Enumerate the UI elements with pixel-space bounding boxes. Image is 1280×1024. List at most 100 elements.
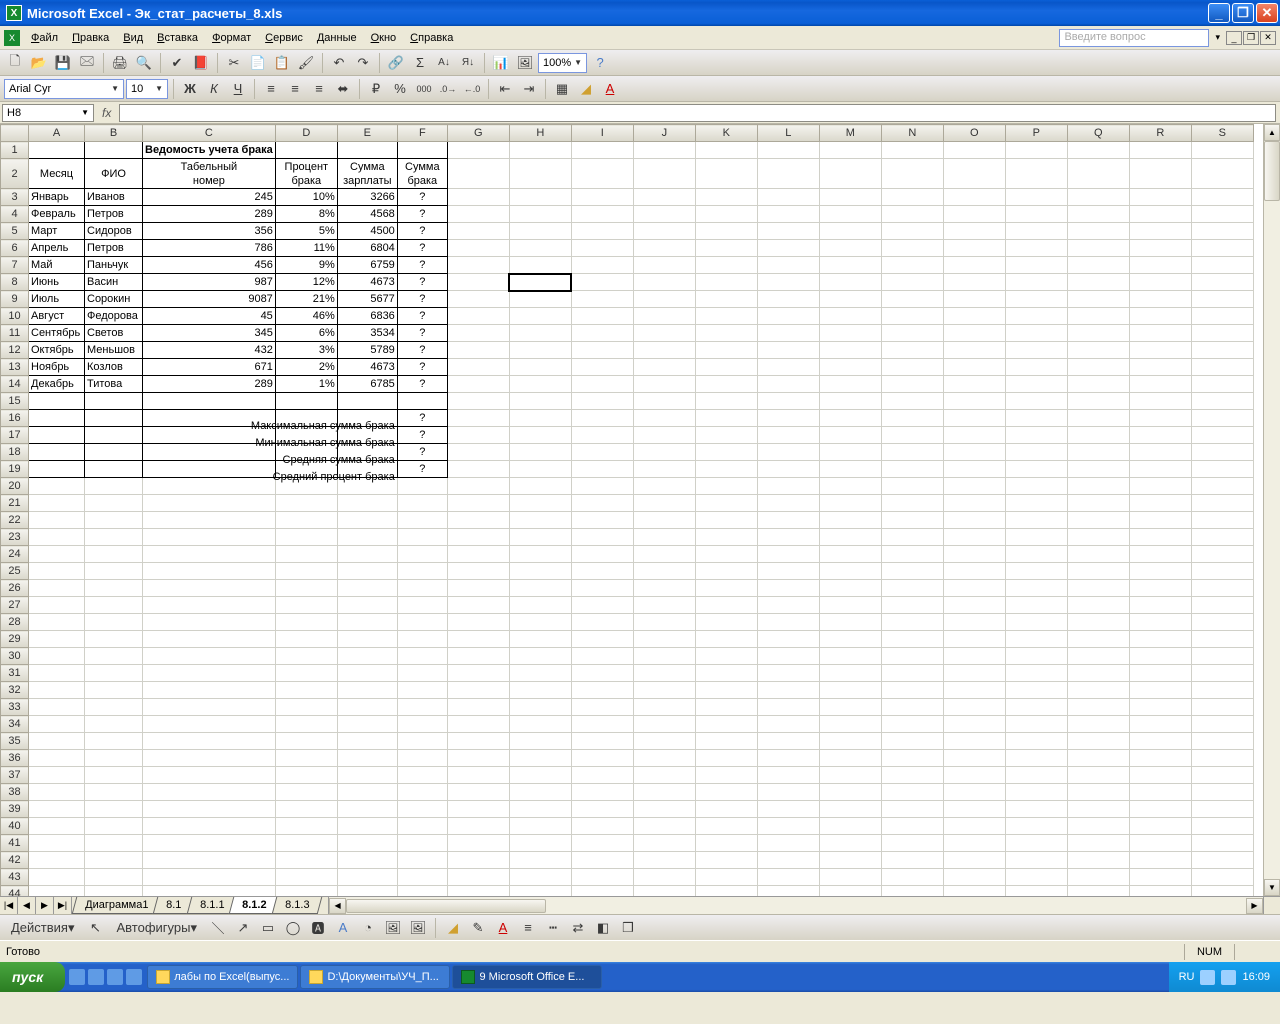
minimize-button[interactable]: _ (1208, 3, 1230, 23)
cell-R29[interactable] (1129, 631, 1191, 648)
cell-B22[interactable] (85, 512, 143, 529)
cell-H25[interactable] (509, 563, 571, 580)
cell-J19[interactable] (633, 461, 695, 478)
open-button[interactable]: 📂 (28, 52, 50, 74)
cell-I43[interactable] (571, 869, 633, 886)
cell-P2[interactable] (1005, 159, 1067, 189)
cell-F36[interactable] (397, 750, 447, 767)
cell-G38[interactable] (447, 784, 509, 801)
cell-G41[interactable] (447, 835, 509, 852)
cell-E44[interactable] (337, 886, 397, 897)
cell-A14[interactable]: Декабрь (29, 376, 85, 393)
row-header-22[interactable]: 22 (1, 512, 29, 529)
cell-Q5[interactable] (1067, 223, 1129, 240)
cell-G11[interactable] (447, 325, 509, 342)
save-button[interactable]: 💾 (52, 52, 74, 74)
cell-B25[interactable] (85, 563, 143, 580)
cell-F23[interactable] (397, 529, 447, 546)
cell-L20[interactable] (757, 478, 819, 495)
vertical-scrollbar[interactable]: ▲ ▼ (1263, 124, 1280, 896)
cell-D5[interactable]: 5% (275, 223, 337, 240)
cell-N6[interactable] (881, 240, 943, 257)
cell-M24[interactable] (819, 546, 881, 563)
cell-S37[interactable] (1191, 767, 1253, 784)
arrow-button[interactable]: ↗ (232, 917, 254, 939)
decrease-decimal-button[interactable]: ←.0 (461, 78, 483, 100)
cell-O44[interactable] (943, 886, 1005, 897)
cell-A11[interactable]: Сентябрь (29, 325, 85, 342)
cell-A16[interactable] (29, 410, 85, 427)
row-header-31[interactable]: 31 (1, 665, 29, 682)
cell-Q30[interactable] (1067, 648, 1129, 665)
cell-B18[interactable] (85, 444, 143, 461)
cell-O1[interactable] (943, 142, 1005, 159)
cell-G6[interactable] (447, 240, 509, 257)
cell-G10[interactable] (447, 308, 509, 325)
cell-G15[interactable] (447, 393, 509, 410)
cell-I42[interactable] (571, 852, 633, 869)
new-button[interactable]: 🗋 (4, 52, 26, 74)
cell-H8[interactable] (509, 274, 571, 291)
cell-K11[interactable] (695, 325, 757, 342)
cell-E12[interactable]: 5789 (337, 342, 397, 359)
cell-J1[interactable] (633, 142, 695, 159)
cell-I25[interactable] (571, 563, 633, 580)
cell-E8[interactable]: 4673 (337, 274, 397, 291)
cell-N33[interactable] (881, 699, 943, 716)
cell-Q27[interactable] (1067, 597, 1129, 614)
cell-D41[interactable] (275, 835, 337, 852)
drawing-button[interactable]: 🖼 (514, 52, 536, 74)
print-button[interactable]: 🖨 (109, 52, 131, 74)
cell-S26[interactable] (1191, 580, 1253, 597)
cell-E23[interactable] (337, 529, 397, 546)
cell-E10[interactable]: 6836 (337, 308, 397, 325)
row-header-27[interactable]: 27 (1, 597, 29, 614)
cell-B42[interactable] (85, 852, 143, 869)
cell-Q21[interactable] (1067, 495, 1129, 512)
cell-E4[interactable]: 4568 (337, 206, 397, 223)
permission-button[interactable]: 🖂 (76, 52, 98, 74)
cell-P25[interactable] (1005, 563, 1067, 580)
cell-K39[interactable] (695, 801, 757, 818)
row-header-15[interactable]: 15 (1, 393, 29, 410)
cell-P44[interactable] (1005, 886, 1067, 897)
cell-A38[interactable] (29, 784, 85, 801)
cell-P29[interactable] (1005, 631, 1067, 648)
cell-S13[interactable] (1191, 359, 1253, 376)
row-header-4[interactable]: 4 (1, 206, 29, 223)
cell-B26[interactable] (85, 580, 143, 597)
cell-K37[interactable] (695, 767, 757, 784)
cell-C28[interactable] (143, 614, 276, 631)
col-header-L[interactable]: L (757, 125, 819, 142)
cell-N3[interactable] (881, 189, 943, 206)
cell-G37[interactable] (447, 767, 509, 784)
cell-H36[interactable] (509, 750, 571, 767)
cell-C5[interactable]: 356 (143, 223, 276, 240)
cell-I3[interactable] (571, 189, 633, 206)
cell-A4[interactable]: Февраль (29, 206, 85, 223)
cell-O38[interactable] (943, 784, 1005, 801)
cell-I35[interactable] (571, 733, 633, 750)
cell-S30[interactable] (1191, 648, 1253, 665)
cell-R41[interactable] (1129, 835, 1191, 852)
menu-окно[interactable]: Окно (364, 29, 404, 47)
cell-N23[interactable] (881, 529, 943, 546)
cell-K1[interactable] (695, 142, 757, 159)
cell-Q38[interactable] (1067, 784, 1129, 801)
row-header-30[interactable]: 30 (1, 648, 29, 665)
cell-F22[interactable] (397, 512, 447, 529)
col-header-E[interactable]: E (337, 125, 397, 142)
cell-H37[interactable] (509, 767, 571, 784)
cell-F1[interactable] (397, 142, 447, 159)
cell-K8[interactable] (695, 274, 757, 291)
cell-C15[interactable] (143, 393, 276, 410)
spelling-button[interactable]: ✔ (166, 52, 188, 74)
cell-H41[interactable] (509, 835, 571, 852)
cell-F42[interactable] (397, 852, 447, 869)
row-header-44[interactable]: 44 (1, 886, 29, 897)
col-header-K[interactable]: K (695, 125, 757, 142)
cell-Q40[interactable] (1067, 818, 1129, 835)
cell-M12[interactable] (819, 342, 881, 359)
col-header-J[interactable]: J (633, 125, 695, 142)
tray-icon[interactable] (1200, 970, 1215, 985)
